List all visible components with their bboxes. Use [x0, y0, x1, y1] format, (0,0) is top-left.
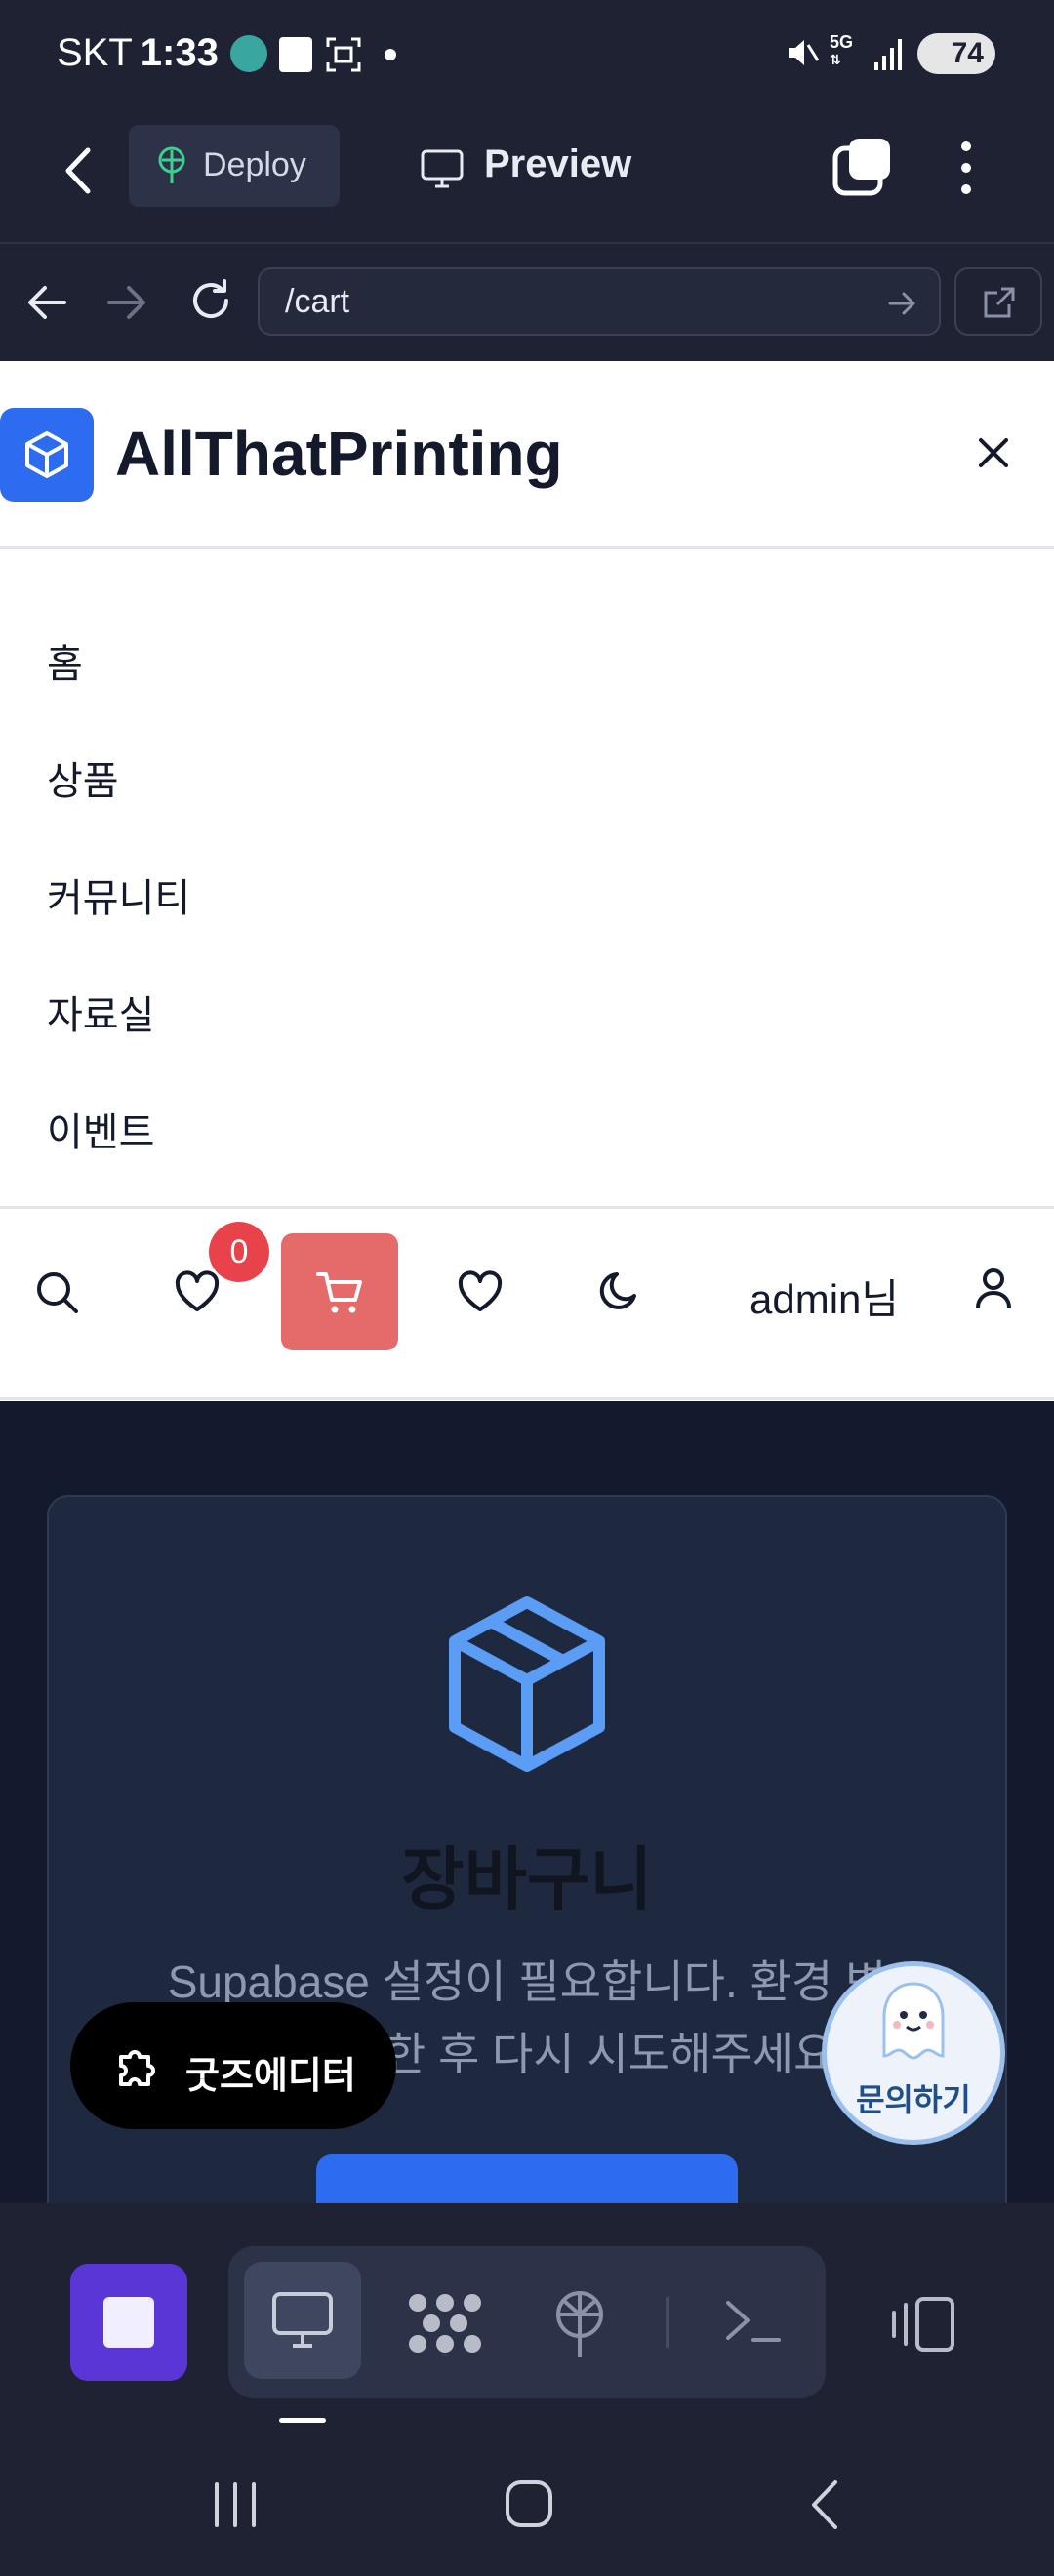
network-label: 5G — [830, 32, 854, 52]
continue-shopping-button[interactable] — [316, 2154, 738, 2203]
app-notification-icon — [230, 35, 267, 72]
clock: 1:33 — [140, 31, 219, 74]
mascot-icon — [872, 1978, 955, 2075]
package-icon — [441, 1594, 613, 1774]
system-back-icon[interactable] — [806, 2478, 845, 2531]
stop-button[interactable] — [70, 2264, 187, 2381]
goods-editor-button[interactable]: 굿즈에디터 — [70, 2002, 396, 2129]
browser-toolbar: /cart — [0, 242, 1054, 361]
screenshot-notification-icon — [326, 37, 361, 72]
carrier-label: SKT — [57, 31, 133, 74]
more-options-icon[interactable] — [956, 139, 976, 197]
group-separator — [666, 2297, 669, 2348]
carrier-time: SKT 1:33 — [57, 31, 219, 75]
go-arrow-icon[interactable] — [888, 291, 917, 316]
nav-item-events[interactable]: 이벤트 — [47, 1101, 154, 1157]
stop-icon — [103, 2297, 154, 2348]
battery-level: 74 — [951, 37, 984, 69]
preview-mode-button[interactable] — [244, 2262, 361, 2379]
inquiry-label: 문의하기 — [856, 2082, 971, 2117]
browser-forward-icon[interactable] — [105, 283, 148, 322]
app-header: Deploy Preview — [0, 109, 1054, 242]
status-bar: SKT 1:33 5G ⇅ 74 — [0, 0, 1054, 109]
favorites-heart-icon[interactable] — [457, 1270, 504, 1313]
active-tab-indicator — [279, 2418, 326, 2423]
monitor-icon[interactable] — [420, 148, 465, 189]
wishlist-heart-icon[interactable] — [174, 1270, 221, 1313]
cart-button[interactable] — [281, 1233, 398, 1350]
nav-divider — [0, 1206, 1054, 1209]
deploy-label: Deploy — [203, 146, 306, 183]
back-icon[interactable] — [61, 146, 100, 195]
inquiry-button[interactable]: 문의하기 — [822, 1961, 1005, 2145]
search-icon[interactable] — [35, 1270, 80, 1315]
user-greeting[interactable]: admin님 — [750, 1267, 899, 1326]
reload-icon[interactable] — [187, 277, 234, 324]
cart-title: 장바구니 — [401, 1841, 653, 1917]
network-type-icon: 5G ⇅ — [830, 32, 854, 67]
monitor-icon — [271, 2291, 334, 2350]
terminal-icon[interactable] — [724, 2297, 783, 2348]
more-notifications-dot — [385, 49, 396, 60]
nav-item-products[interactable]: 상품 — [47, 749, 119, 806]
user-profile-icon[interactable] — [974, 1267, 1013, 1311]
wishlist-count-badge: 0 — [209, 1222, 269, 1282]
tabs-switcher-icon[interactable] — [831, 137, 894, 199]
home-icon[interactable] — [504, 2478, 554, 2529]
menu-bottom-divider — [0, 1397, 1054, 1400]
view-mode-group — [228, 2246, 826, 2398]
browser-back-icon[interactable] — [25, 283, 68, 322]
url-text[interactable]: /cart — [285, 283, 349, 321]
external-link-icon — [982, 285, 1017, 320]
deploy-tree-icon[interactable] — [550, 2289, 609, 2359]
cart-icon — [316, 1270, 363, 1315]
deploy-icon — [154, 146, 189, 185]
signal-icon — [874, 39, 904, 70]
integrations-icon[interactable] — [406, 2291, 484, 2355]
nav-item-resources[interactable]: 자료실 — [47, 984, 154, 1040]
goods-editor-label: 굿즈에디터 — [185, 2056, 356, 2097]
web-viewport: 장바구니 Supabase 설정이 필요합니다. 환경 변 수를 설정한 후 다… — [0, 361, 1054, 2203]
system-nav-bar — [0, 2432, 1054, 2576]
device-layout-icon[interactable] — [888, 2295, 958, 2354]
close-icon[interactable] — [976, 435, 1011, 470]
deploy-button[interactable]: Deploy — [129, 125, 340, 207]
battery-indicator: 74 — [917, 33, 995, 74]
open-external-button[interactable] — [954, 267, 1042, 336]
logo-icon[interactable] — [0, 408, 94, 502]
dark-mode-moon-icon[interactable] — [599, 1268, 642, 1311]
puzzle-icon — [113, 2043, 160, 2090]
brand-name[interactable]: AllThatPrinting — [115, 418, 563, 490]
editor-toolbar — [0, 2203, 1054, 2432]
preview-tab[interactable]: Preview — [484, 142, 631, 186]
header-divider — [0, 546, 1054, 549]
address-bar[interactable]: /cart — [258, 267, 941, 336]
nav-item-community[interactable]: 커뮤니티 — [47, 866, 190, 923]
note-notification-icon — [279, 37, 312, 72]
nav-item-home[interactable]: 홈 — [47, 632, 83, 689]
mobile-menu-panel: AllThatPrinting 홈 상품 커뮤니티 자료실 이벤트 0 admi… — [0, 361, 1054, 1401]
mute-icon — [785, 35, 820, 70]
recent-apps-icon[interactable] — [211, 2480, 260, 2529]
